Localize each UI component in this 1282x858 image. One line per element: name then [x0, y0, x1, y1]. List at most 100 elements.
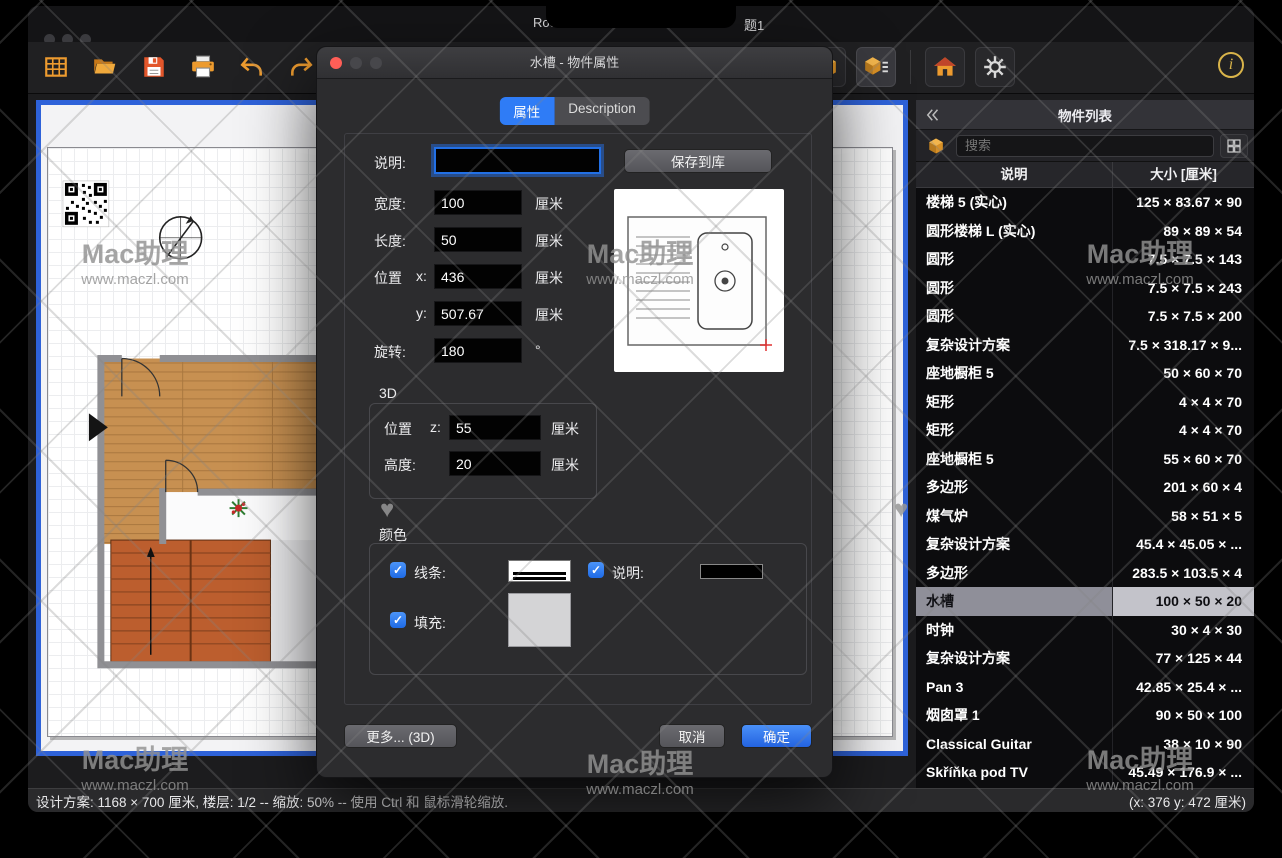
object-list-row[interactable]: 水槽 100 × 50 × 20: [916, 587, 1254, 616]
object-size: 201 × 60 × 4: [1112, 473, 1254, 502]
dialog-titlebar[interactable]: 水槽 - 物件属性: [317, 47, 832, 79]
sink-preview-drawing: [614, 189, 784, 372]
grid-view-button[interactable]: [1220, 134, 1248, 158]
object-size: 58 × 51 × 5: [1112, 502, 1254, 531]
color-group: 线条: 说明: 填充:: [369, 543, 807, 675]
z-unit: 厘米: [551, 419, 579, 439]
undo-button[interactable]: [232, 47, 272, 87]
object-list-row[interactable]: 烟囱罩 1 90 × 50 × 100: [916, 701, 1254, 730]
object-name: 时钟: [916, 616, 1112, 645]
caption-color-swatch[interactable]: [700, 564, 763, 579]
object-list-title: 物件列表: [1058, 105, 1112, 125]
object-name: 座地橱柜 5: [916, 445, 1112, 474]
object-list-row[interactable]: 复杂设计方案 77 × 125 × 44: [916, 644, 1254, 673]
y-unit: 厘米: [535, 305, 563, 325]
app-window: Roo 题1: [28, 6, 1254, 812]
object-list-row[interactable]: 圆形 7.5 × 7.5 × 243: [916, 274, 1254, 303]
cube-icon: [927, 137, 945, 155]
object-list-row[interactable]: 圆形楼梯 L (实心) 89 × 89 × 54: [916, 217, 1254, 246]
dialog-close-button[interactable]: [330, 57, 342, 69]
object-size: 7.5 × 7.5 × 243: [1112, 274, 1254, 303]
object-list-row[interactable]: 复杂设计方案 45.4 × 45.05 × ...: [916, 530, 1254, 559]
z-label: z:: [430, 419, 441, 435]
object-name: 圆形: [916, 302, 1112, 331]
object-list-row[interactable]: 座地橱柜 5 55 × 60 × 70: [916, 445, 1254, 474]
tab-properties[interactable]: 属性: [499, 97, 554, 125]
tab-description[interactable]: Description: [554, 97, 650, 125]
save-to-library-button[interactable]: 保存到库: [624, 149, 772, 173]
search-row: [916, 130, 1254, 162]
width-label: 宽度:: [374, 194, 406, 214]
info-button[interactable]: i: [1218, 52, 1244, 78]
object-list-button[interactable]: [856, 47, 896, 87]
object-name: 圆形: [916, 274, 1112, 303]
position-x-input[interactable]: [434, 264, 522, 289]
object-name: 煤气炉: [916, 502, 1112, 531]
object-name: 楼梯 5 (实心): [916, 188, 1112, 217]
object-list-row[interactable]: 矩形 4 × 4 × 70: [916, 416, 1254, 445]
compass-icon: [160, 216, 202, 259]
lines-color-swatch[interactable]: [508, 560, 571, 582]
ok-button[interactable]: 确定: [741, 724, 812, 748]
gear-icon: [982, 54, 1008, 80]
redo-icon: [288, 54, 314, 80]
object-list-row[interactable]: 座地橱柜 5 50 × 60 × 70: [916, 359, 1254, 388]
library-button[interactable]: [925, 47, 965, 87]
object-name: 复杂设计方案: [916, 530, 1112, 559]
description-label: 说明:: [374, 153, 406, 173]
object-list-rows: 楼梯 5 (实心) 125 × 83.67 × 90 圆形楼梯 L (实心) 8…: [916, 188, 1254, 788]
position-label: 位置: [374, 268, 402, 288]
undo-icon: [239, 54, 265, 80]
description-input[interactable]: [434, 147, 601, 174]
length-unit: 厘米: [535, 231, 563, 251]
dialog-tabs: 属性 Description: [499, 97, 650, 125]
more-3d-button[interactable]: 更多... (3D): [344, 724, 457, 748]
status-left: 设计方案: 1168 × 700 厘米, 楼层: 1/2 -- 缩放: 50% …: [36, 791, 508, 811]
save-button[interactable]: [134, 47, 174, 87]
object-size: 45.4 × 45.05 × ...: [1112, 530, 1254, 559]
fill-checkbox[interactable]: [390, 612, 406, 628]
object-list-row[interactable]: 时钟 30 × 4 × 30: [916, 616, 1254, 645]
height-input[interactable]: [449, 451, 541, 476]
width-input[interactable]: [434, 190, 522, 215]
plant-symbol: [230, 499, 248, 517]
position-z-input[interactable]: [449, 415, 541, 440]
object-list-row[interactable]: 复杂设计方案 7.5 × 318.17 × 9...: [916, 331, 1254, 360]
object-size: 7.5 × 7.5 × 143: [1112, 245, 1254, 274]
object-list-icon: [863, 54, 889, 80]
settings-button[interactable]: [975, 47, 1015, 87]
redo-button[interactable]: [281, 47, 321, 87]
object-list-row[interactable]: 矩形 4 × 4 × 70: [916, 388, 1254, 417]
object-list-row[interactable]: 煤气炉 58 × 51 × 5: [916, 502, 1254, 531]
open-button[interactable]: [85, 47, 125, 87]
position-y-input[interactable]: [434, 301, 522, 326]
object-name: Skříňka pod TV: [916, 758, 1112, 787]
object-list-row[interactable]: Skříňka pod TV 45.49 × 176.9 × ...: [916, 758, 1254, 787]
object-list-row[interactable]: Classical Guitar 38 × 10 × 90: [916, 730, 1254, 759]
column-name[interactable]: 说明: [916, 162, 1112, 187]
print-button[interactable]: [183, 47, 223, 87]
cancel-button[interactable]: 取消: [659, 724, 725, 748]
chevron-left-icon[interactable]: [924, 106, 942, 124]
object-name: 圆形: [916, 245, 1112, 274]
object-list-row[interactable]: 圆形 7.5 × 7.5 × 200: [916, 302, 1254, 331]
object-list-row[interactable]: 楼梯 5 (实心) 125 × 83.67 × 90: [916, 188, 1254, 217]
length-input[interactable]: [434, 227, 522, 252]
object-list-row[interactable]: Pan 3 42.85 × 25.4 × ...: [916, 673, 1254, 702]
caption-checkbox[interactable]: [588, 562, 604, 578]
lines-checkbox[interactable]: [390, 562, 406, 578]
object-size: 77 × 125 × 44: [1112, 644, 1254, 673]
search-input[interactable]: [956, 135, 1214, 157]
fill-color-swatch[interactable]: [508, 593, 571, 647]
rotation-label: 旋转:: [374, 342, 406, 362]
category-cube-button[interactable]: [922, 134, 950, 158]
object-list-row[interactable]: 多边形 201 × 60 × 4: [916, 473, 1254, 502]
object-list-row[interactable]: 圆形 7.5 × 7.5 × 143: [916, 245, 1254, 274]
dialog-title: 水槽 - 物件属性: [317, 47, 832, 78]
rotation-input[interactable]: [434, 338, 522, 363]
open-folder-icon: [92, 54, 118, 80]
object-list-row[interactable]: 多边形 283.5 × 103.5 × 4: [916, 559, 1254, 588]
grid-button[interactable]: [36, 47, 76, 87]
column-size[interactable]: 大小 [厘米]: [1112, 162, 1254, 187]
object-list-header: 物件列表: [916, 100, 1254, 130]
